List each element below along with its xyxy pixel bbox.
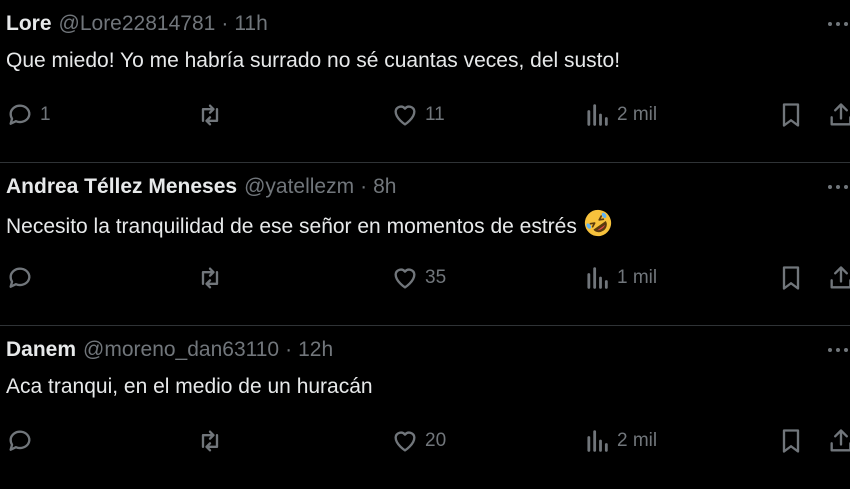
share-icon bbox=[830, 429, 850, 452]
timestamp[interactable]: 11h bbox=[234, 9, 267, 39]
share-button[interactable] bbox=[827, 421, 850, 461]
retweet-button[interactable] bbox=[196, 95, 230, 135]
share-icon bbox=[830, 266, 850, 289]
like-button[interactable]: 20 bbox=[391, 421, 446, 461]
like-count: 11 bbox=[425, 104, 445, 125]
bookmark-button[interactable] bbox=[777, 421, 805, 461]
reply-bubble-icon bbox=[9, 267, 31, 288]
tweet-header: Danem @moreno_dan63110 · 12h bbox=[6, 335, 333, 365]
author-handle[interactable]: @Lore22814781 bbox=[59, 9, 216, 39]
tweet-text-content: Necesito la tranquilidad de ese señor en… bbox=[6, 215, 577, 238]
bookmark-button[interactable] bbox=[777, 95, 805, 135]
tweet-text-content: Que miedo! Yo me habría surrado no sé cu… bbox=[6, 49, 621, 72]
action-bar: 1 11 2 mil bbox=[0, 95, 850, 135]
tweet[interactable]: Lore @Lore22814781 · 11h Que miedo! Yo m… bbox=[0, 0, 850, 163]
like-count: 35 bbox=[425, 267, 447, 288]
heart-icon bbox=[394, 268, 416, 289]
heart-icon bbox=[394, 105, 416, 126]
share-icon bbox=[830, 103, 850, 126]
timestamp[interactable]: 12h bbox=[298, 335, 333, 365]
action-bar: 35 1 mil bbox=[0, 258, 850, 298]
tweet-text: Aca tranqui, en el medio de un huracán bbox=[6, 371, 373, 403]
views-button[interactable]: 1 mil bbox=[583, 258, 657, 298]
tweet-text: Necesito la tranquilidad de ese señor en… bbox=[6, 208, 613, 243]
more-dots-icon[interactable] bbox=[826, 175, 850, 199]
like-button[interactable]: 11 bbox=[391, 95, 445, 135]
author-handle[interactable]: @yatellezm bbox=[244, 172, 354, 202]
separator-dot: · bbox=[360, 175, 368, 198]
heart-icon bbox=[394, 431, 416, 452]
views-count: 2 mil bbox=[617, 104, 658, 125]
views-chart-icon bbox=[587, 104, 608, 126]
more-dots-icon[interactable] bbox=[826, 12, 850, 36]
retweet-button[interactable] bbox=[196, 258, 230, 298]
reply-button[interactable] bbox=[6, 258, 40, 298]
reply-bubble-icon bbox=[9, 430, 31, 451]
views-button[interactable]: 2 mil bbox=[583, 95, 657, 135]
tweet[interactable]: Andrea Téllez Meneses @yatellezm · 8h Ne… bbox=[0, 163, 850, 326]
retweet-button[interactable] bbox=[196, 421, 230, 461]
action-bar: 20 2 mil bbox=[0, 421, 850, 461]
retweet-icon bbox=[201, 104, 219, 126]
more-dots-icon[interactable] bbox=[826, 338, 850, 362]
author-name[interactable]: Danem bbox=[6, 335, 76, 365]
author-name[interactable]: Andrea Téllez Meneses bbox=[6, 172, 237, 202]
bookmark-button[interactable] bbox=[777, 258, 805, 298]
reply-button[interactable]: 1 bbox=[6, 95, 51, 135]
tweet[interactable]: Danem @moreno_dan63110 · 12h Aca tranqui… bbox=[0, 326, 850, 489]
timestamp[interactable]: 8h bbox=[373, 172, 396, 202]
bookmark-icon bbox=[782, 266, 800, 290]
like-button[interactable]: 35 bbox=[391, 258, 446, 298]
retweet-icon bbox=[201, 430, 219, 452]
share-button[interactable] bbox=[827, 95, 850, 135]
rolling-on-floor-laughing-emoji-icon bbox=[584, 209, 611, 237]
views-chart-icon bbox=[587, 267, 608, 289]
tweet-header: Andrea Téllez Meneses @yatellezm · 8h bbox=[6, 172, 396, 202]
views-button[interactable]: 2 mil bbox=[583, 421, 657, 461]
tweet-text-content: Aca tranqui, en el medio de un huracán bbox=[6, 375, 373, 398]
tweet-header: Lore @Lore22814781 · 11h bbox=[6, 9, 268, 39]
reply-feed: Lore @Lore22814781 · 11h Que miedo! Yo m… bbox=[0, 0, 850, 480]
share-button[interactable] bbox=[827, 258, 850, 298]
separator-dot: · bbox=[221, 12, 229, 35]
reply-button[interactable] bbox=[6, 421, 40, 461]
like-count: 20 bbox=[425, 430, 447, 451]
author-handle[interactable]: @moreno_dan63110 bbox=[83, 335, 279, 365]
reply-bubble-icon bbox=[9, 104, 31, 125]
views-chart-icon bbox=[587, 430, 608, 452]
views-count: 2 mil bbox=[617, 430, 658, 451]
tweet-text: Que miedo! Yo me habría surrado no sé cu… bbox=[6, 45, 620, 77]
author-name[interactable]: Lore bbox=[6, 9, 52, 39]
bookmark-icon bbox=[782, 103, 800, 127]
views-count: 1 mil bbox=[617, 267, 658, 288]
bookmark-icon bbox=[782, 429, 800, 453]
reply-count: 1 bbox=[40, 104, 51, 125]
separator-dot: · bbox=[285, 338, 293, 361]
retweet-icon bbox=[201, 267, 219, 289]
